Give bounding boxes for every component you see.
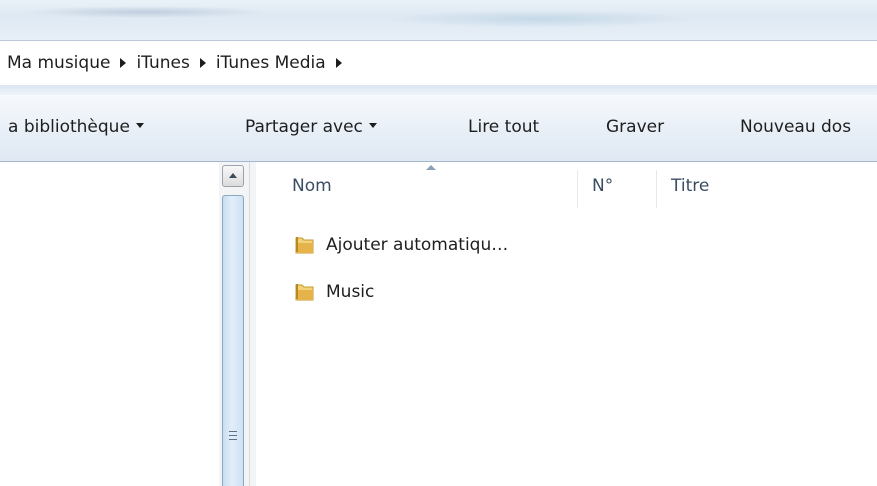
burn-button[interactable]: Graver — [606, 117, 664, 137]
column-header-name[interactable]: Nom — [292, 176, 332, 196]
column-header-title[interactable]: Titre — [671, 176, 709, 196]
breadcrumb-separator-icon[interactable] — [199, 58, 206, 68]
play-all-button[interactable]: Lire tout — [468, 117, 539, 137]
scroll-up-arrow-icon[interactable] — [222, 165, 244, 187]
scrollbar-thumb[interactable] — [222, 195, 244, 486]
window-title-bar — [0, 0, 877, 40]
breadcrumb-item-ma-musique[interactable]: Ma musique — [7, 53, 110, 73]
breadcrumb-item-itunes[interactable]: iTunes — [136, 53, 189, 73]
share-with-button[interactable]: Partager avec — [245, 117, 377, 137]
chevron-down-icon — [135, 123, 144, 128]
grip-icon — [229, 431, 237, 440]
new-folder-button[interactable]: Nouveau dos — [740, 117, 851, 137]
breadcrumb-separator-icon[interactable] — [335, 58, 342, 68]
folder-icon — [294, 282, 315, 302]
column-divider[interactable] — [656, 170, 657, 208]
share-with-label: Partager avec — [245, 117, 363, 137]
column-header-number[interactable]: N° — [592, 176, 613, 196]
file-name: Music — [326, 282, 375, 302]
chevron-down-icon — [368, 123, 377, 128]
nav-pane-scrollbar[interactable] — [219, 162, 256, 486]
address-bar[interactable]: Ma musique iTunes iTunes Media — [0, 40, 877, 86]
breadcrumb: Ma musique iTunes iTunes Media — [7, 53, 352, 73]
file-name: Ajouter automatiqu… — [326, 235, 509, 255]
breadcrumb-item-itunes-media[interactable]: iTunes Media — [216, 53, 326, 73]
pane-divider[interactable] — [249, 162, 250, 486]
breadcrumb-separator-icon[interactable] — [120, 58, 127, 68]
folder-icon — [294, 235, 315, 255]
library-menu-button[interactable]: a bibliothèque — [8, 117, 144, 137]
sort-ascending-icon — [426, 165, 436, 170]
library-menu-label: a bibliothèque — [8, 117, 130, 137]
column-divider[interactable] — [577, 170, 578, 208]
list-item[interactable]: Music — [294, 279, 374, 305]
address-bar-border — [0, 85, 877, 95]
list-item[interactable]: Ajouter automatiqu… — [294, 232, 508, 258]
navigation-pane[interactable] — [0, 162, 219, 486]
file-list: Nom N° Titre Ajouter automatiqu… Music — [256, 162, 877, 486]
command-toolbar: a bibliothèque Partager avec Lire tout G… — [0, 95, 877, 162]
